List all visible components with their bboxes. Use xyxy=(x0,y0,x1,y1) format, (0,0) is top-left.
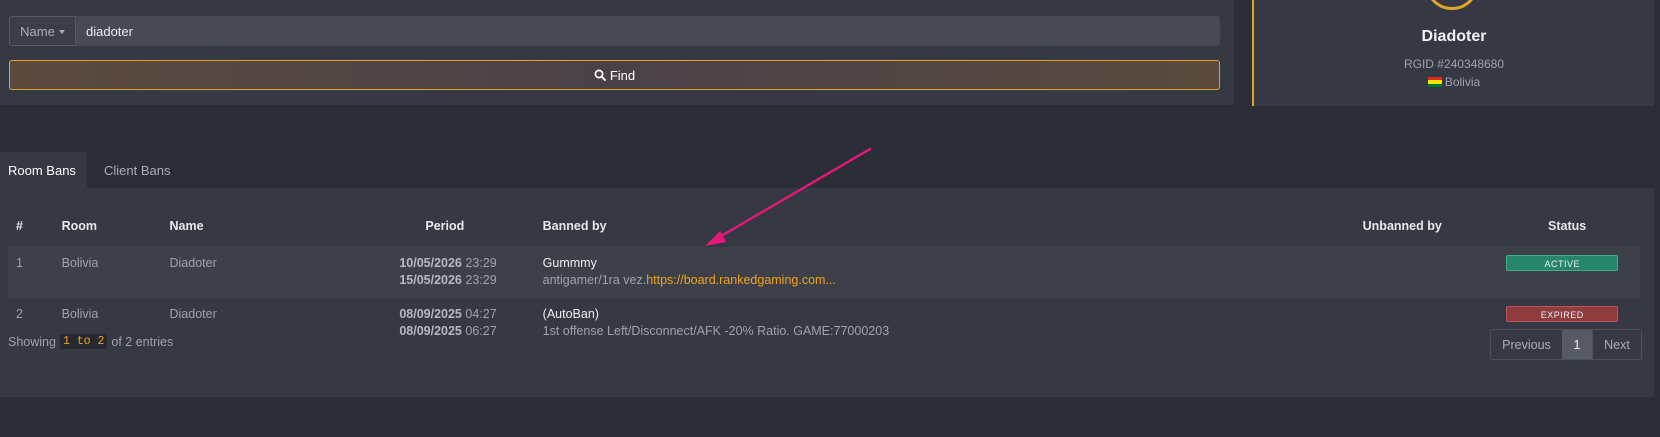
tab-client-bans[interactable]: Client Bans xyxy=(89,152,178,188)
tab-room-bans[interactable]: Room Bans xyxy=(0,152,87,188)
period-start-date: 10/05/2026 xyxy=(399,256,462,270)
table-row: 2 Bolivia Diadoter 08/09/2025 04:27 08/0… xyxy=(8,298,1640,349)
bans-table: # Room Name Period Banned by Unbanned by… xyxy=(8,204,1640,349)
column-header-index[interactable]: # xyxy=(8,204,54,247)
row-name: Diadoter xyxy=(169,307,217,321)
entries-info: Showing 1 to 2 of 2 entries xyxy=(8,334,173,349)
profile-name: Diadoter xyxy=(1421,28,1487,45)
find-button-label: Find xyxy=(609,67,636,83)
banned-by-name: (AutoBan) xyxy=(542,307,599,321)
profile-country-label: Bolivia xyxy=(1444,75,1481,89)
find-button[interactable]: Find xyxy=(9,60,1220,90)
ban-reason: antigamer/1ra vez. xyxy=(542,273,647,287)
period-end-date: 08/09/2025 xyxy=(399,324,462,338)
status-badge: ACTIVE xyxy=(1506,255,1619,271)
row-banned-by: (AutoBan) 1st offense Left/Disconnect/AF… xyxy=(535,298,1311,349)
entries-info-suffix: of 2 entries xyxy=(111,334,174,349)
search-input[interactable] xyxy=(76,16,1220,46)
period-end-time: 23:29 xyxy=(465,273,497,287)
ban-reason: 1st offense Left/Disconnect/AFK -20% Rat… xyxy=(542,324,890,338)
row-unbanned-by xyxy=(1310,247,1494,298)
period-start-time: 04:27 xyxy=(465,307,497,321)
search-row: Name xyxy=(9,16,1220,46)
row-period: 10/05/2026 23:29 15/05/2026 23:29 xyxy=(355,247,535,298)
column-header-period[interactable]: Period xyxy=(355,204,535,247)
row-name: Diadoter xyxy=(169,256,217,270)
room-bans-panel: # Room Name Period Banned by Unbanned by… xyxy=(0,188,1654,397)
row-banned-by: Gummmy antigamer/1ra vez.https://board.r… xyxy=(535,247,1311,298)
entries-info-range: 1 to 2 xyxy=(59,334,108,349)
pagination: Previous 1 Next xyxy=(1490,329,1642,360)
ban-tabs: Room Bans Client Bans xyxy=(0,152,178,188)
search-panel: Name Find xyxy=(0,0,1234,105)
row-index: 1 xyxy=(16,256,23,270)
column-header-room[interactable]: Room xyxy=(54,204,162,247)
column-header-unbanned-by[interactable]: Unbanned by xyxy=(1310,204,1494,247)
page-1-button[interactable]: 1 xyxy=(1562,330,1592,359)
row-room: Bolivia xyxy=(61,256,99,270)
avatar xyxy=(1425,0,1479,10)
period-end-time: 06:27 xyxy=(465,324,497,338)
period-start-time: 23:29 xyxy=(465,256,497,270)
previous-page-button[interactable]: Previous xyxy=(1491,330,1562,359)
table-row: 1 Bolivia Diadoter 10/05/2026 23:29 15/0… xyxy=(8,247,1640,298)
profile-rgid: RGID #240348680 xyxy=(1403,57,1505,71)
status-badge: EXPIRED xyxy=(1506,306,1619,322)
column-header-status[interactable]: Status xyxy=(1494,204,1640,247)
profile-card: Diadoter RGID #240348680 Bolivia xyxy=(1252,0,1654,106)
entries-info-prefix: Showing xyxy=(8,334,56,349)
search-field-selector-label: Name xyxy=(20,23,55,39)
search-field-selector[interactable]: Name xyxy=(9,16,76,46)
column-header-banned-by[interactable]: Banned by xyxy=(535,204,1311,247)
period-end-date: 15/05/2026 xyxy=(399,273,462,287)
next-page-button[interactable]: Next xyxy=(1592,330,1641,359)
column-header-name[interactable]: Name xyxy=(162,204,356,247)
search-icon xyxy=(594,69,606,81)
row-status: ACTIVE xyxy=(1494,247,1640,298)
row-unbanned-by xyxy=(1310,298,1494,349)
profile-country: Bolivia xyxy=(1254,75,1654,89)
chevron-down-icon xyxy=(58,29,65,34)
bolivia-flag-icon xyxy=(1427,77,1442,87)
banned-by-name: Gummmy xyxy=(542,256,597,270)
ban-reason-link[interactable]: https://board.rankedgaming.com... xyxy=(646,273,836,287)
period-start-date: 08/09/2025 xyxy=(399,307,462,321)
row-period: 08/09/2025 04:27 08/09/2025 06:27 xyxy=(355,298,535,349)
table-header-row: # Room Name Period Banned by Unbanned by… xyxy=(8,204,1640,247)
